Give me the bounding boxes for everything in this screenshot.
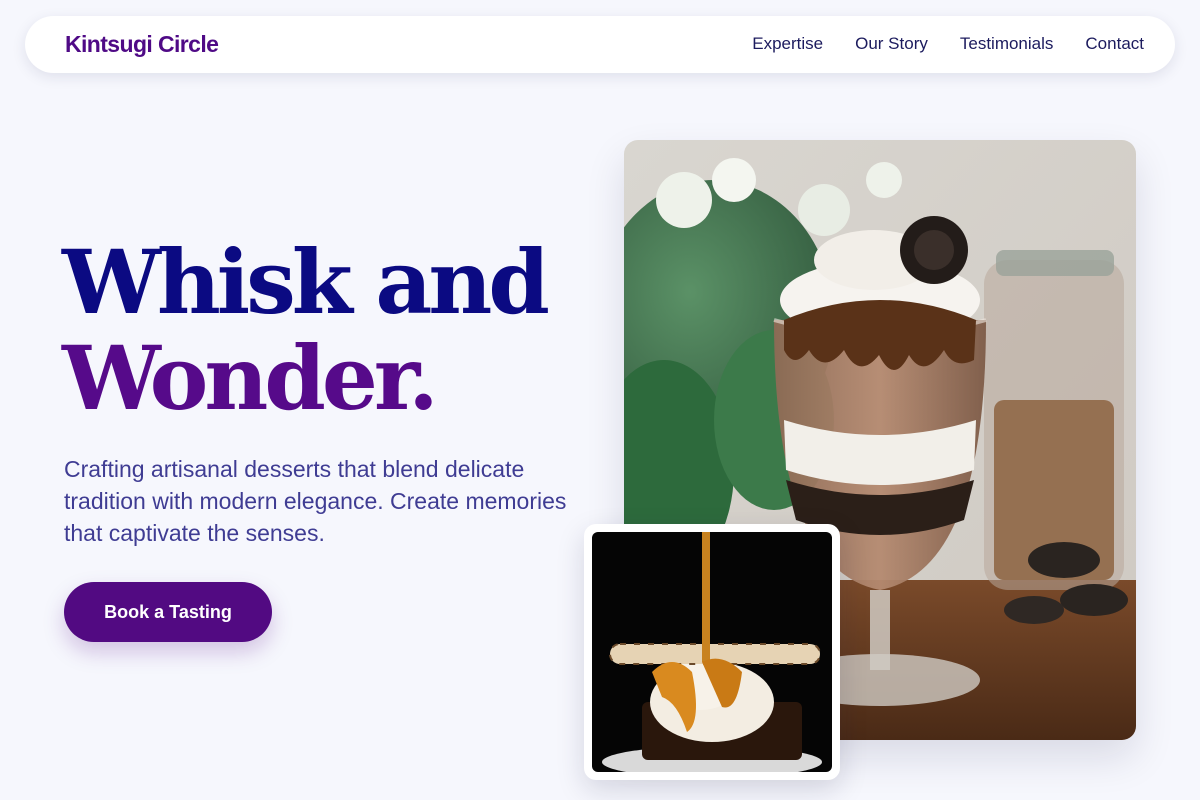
caramel-ice-cream-card [584, 524, 840, 780]
hero-title: Whisk and Wonder. [62, 230, 550, 430]
book-tasting-button[interactable]: Book a Tasting [64, 582, 272, 642]
nav-link-testimonials[interactable]: Testimonials [960, 34, 1054, 54]
nav-link-contact[interactable]: Contact [1085, 34, 1144, 54]
nav-links: Expertise Our Story Testimonials Contact [720, 34, 1144, 54]
caramel-ice-cream-image [592, 532, 832, 772]
hero-subtitle: Crafting artisanal desserts that blend d… [64, 456, 567, 546]
hero-title-line-1: Whisk and [62, 230, 550, 334]
hero-title-line-2: Wonder. [62, 326, 439, 430]
nav-link-expertise[interactable]: Expertise [752, 34, 823, 54]
nav-link-our-story[interactable]: Our Story [855, 34, 928, 54]
top-navbar: Kintsugi Circle Expertise Our Story Test… [25, 16, 1175, 73]
brand-logo[interactable]: Kintsugi Circle [65, 31, 219, 58]
